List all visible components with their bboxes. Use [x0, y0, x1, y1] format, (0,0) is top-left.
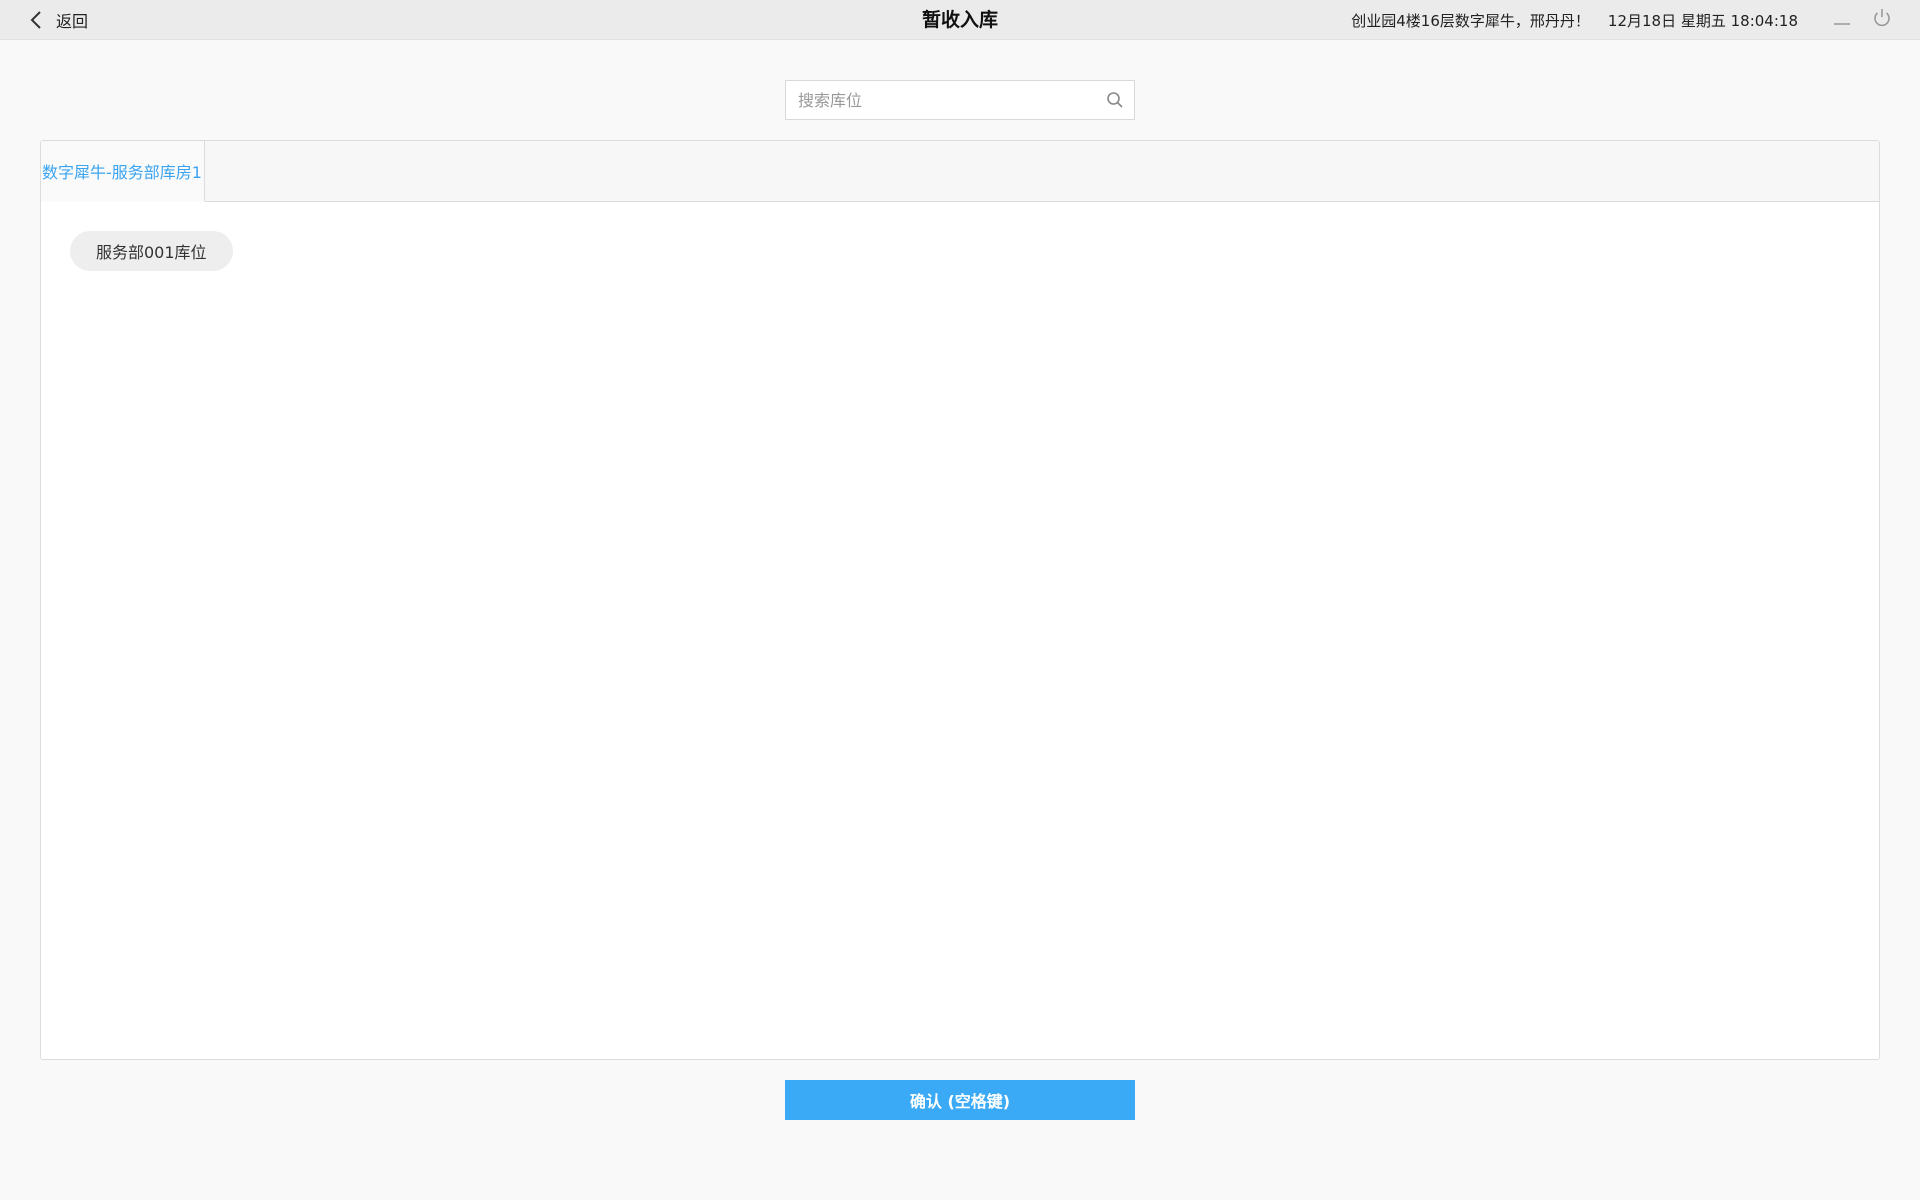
title-bar: 返回 暂收入库 创业园4楼16层数字犀牛，邢丹丹！ 12月18日 星期五 18:… [0, 0, 1920, 40]
minimize-button[interactable] [1830, 8, 1854, 32]
confirm-button[interactable]: 确认 (空格键) [785, 1080, 1135, 1120]
minimize-icon [1832, 8, 1852, 32]
status-area: 创业园4楼16层数字犀牛，邢丹丹！ 12月18日 星期五 18:04:18 [1351, 0, 1798, 40]
tab-warehouse-1[interactable]: 数字犀牛-服务部库房1 [41, 141, 205, 202]
power-button[interactable] [1870, 8, 1894, 32]
search-icon[interactable] [1096, 81, 1134, 119]
datetime: 12月18日 星期五 18:04:18 [1607, 11, 1798, 30]
back-label: 返回 [56, 12, 89, 31]
search-input[interactable] [786, 81, 1096, 119]
power-icon [1871, 7, 1893, 33]
chevron-left-icon [30, 10, 44, 30]
user-greeting: 创业园4楼16层数字犀牛，邢丹丹！ [1351, 11, 1590, 30]
tab-bar: 数字犀牛-服务部库房1 [41, 141, 1879, 202]
storage-panel: 数字犀牛-服务部库房1 服务部001库位 [40, 140, 1880, 1060]
back-button[interactable]: 返回 [30, 0, 88, 40]
search-box [785, 80, 1135, 120]
slot-chip[interactable]: 服务部001库位 [70, 231, 233, 271]
